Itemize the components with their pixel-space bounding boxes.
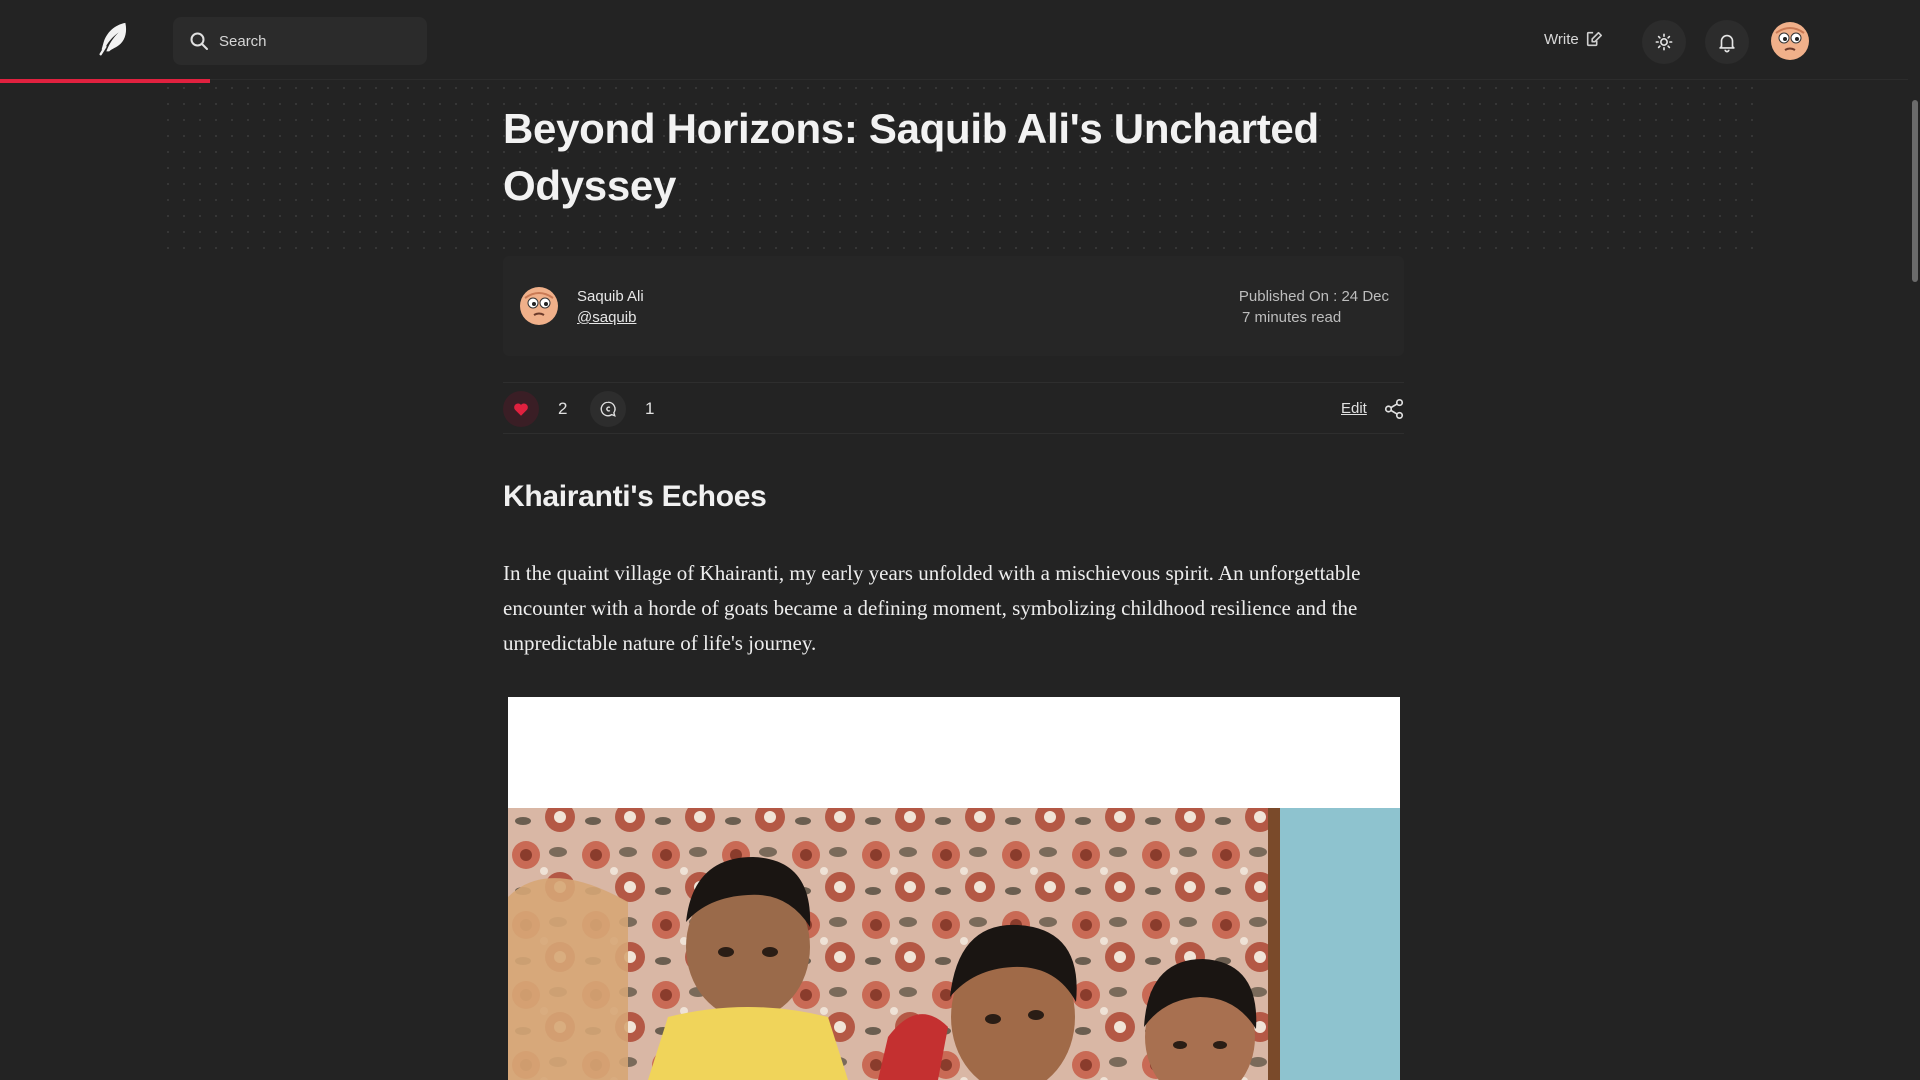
scrollbar-track[interactable] [1908, 0, 1920, 1080]
section-heading: Khairanti's Echoes [503, 480, 767, 513]
author-handle-link[interactable]: @saquib [577, 309, 636, 326]
write-button[interactable]: Write [1544, 24, 1603, 54]
bell-icon [1719, 34, 1735, 53]
read-time: 7 minutes read [1242, 309, 1342, 326]
author-avatar[interactable] [519, 286, 559, 326]
share-icon[interactable] [1383, 398, 1405, 420]
comment-button[interactable] [590, 391, 626, 427]
theme-toggle-button[interactable] [1642, 20, 1686, 64]
user-avatar[interactable] [1770, 21, 1810, 61]
feather-logo-icon[interactable] [94, 20, 132, 58]
author-name: Saquib Ali [577, 288, 644, 305]
published-date: Published On : 24 Dec [1238, 288, 1389, 305]
comment-icon [600, 401, 616, 417]
comment-count: 1 [645, 399, 655, 418]
top-navbar: Write [0, 0, 1908, 80]
article: Beyond Horizons: Saquib Ali's Uncharted … [503, 100, 1404, 655]
edit-link[interactable]: Edit [1341, 400, 1367, 417]
author-card: Saquib Ali @saquib Published On : 24 Dec… [503, 256, 1404, 356]
search-input[interactable] [217, 31, 407, 51]
article-title: Beyond Horizons: Saquib Ali's Uncharted … [503, 105, 1319, 209]
notifications-button[interactable] [1705, 20, 1749, 64]
article-paragraph: In the quaint village of Khairanti, my e… [503, 561, 1361, 655]
search-icon [190, 32, 208, 50]
photo-image [508, 697, 1400, 1080]
article-photo [508, 697, 1400, 1080]
scrollbar-thumb[interactable] [1912, 100, 1918, 282]
like-count: 2 [558, 399, 568, 418]
write-label: Write [1544, 30, 1579, 48]
sun-icon [1655, 33, 1673, 51]
heart-icon [514, 403, 528, 416]
pen-square-icon [1586, 31, 1602, 47]
search-box[interactable] [173, 17, 427, 65]
like-button[interactable] [503, 391, 539, 427]
article-actions-bar: 2 1 Edit [503, 382, 1404, 434]
